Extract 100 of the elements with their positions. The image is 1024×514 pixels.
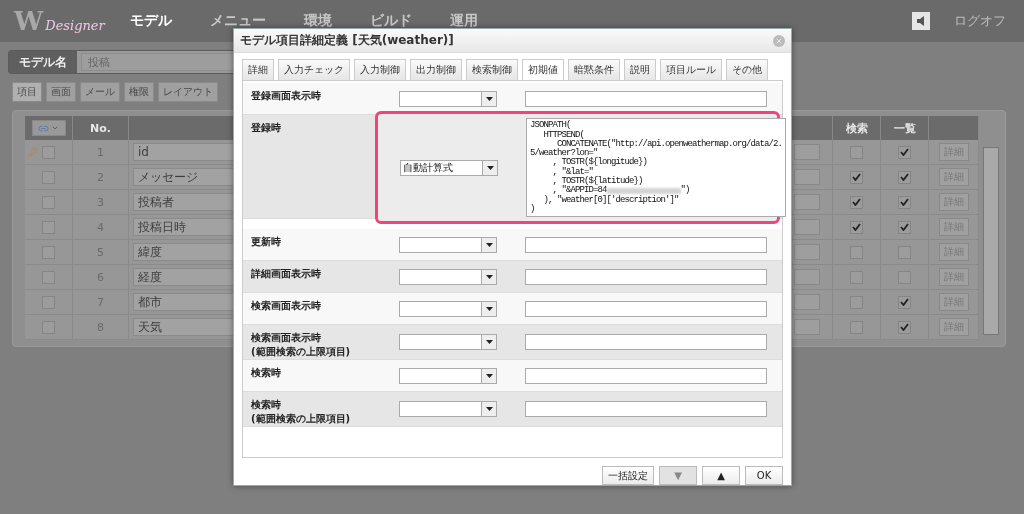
close-button[interactable]: [773, 34, 785, 47]
dialog-button[interactable]: ▲: [702, 466, 740, 485]
checkbox[interactable]: [898, 295, 911, 309]
icon-button[interactable]: [793, 244, 820, 260]
mode-select[interactable]: [399, 367, 497, 384]
value-field[interactable]: [525, 367, 767, 384]
column-header: 検索: [833, 116, 881, 140]
value-field[interactable]: [525, 236, 767, 253]
tab[interactable]: 項目ルール: [660, 59, 722, 82]
tab[interactable]: 暗黙条件: [568, 59, 620, 82]
checkbox[interactable]: [898, 320, 911, 334]
caret-icon: [485, 242, 493, 247]
value-field[interactable]: [525, 401, 767, 418]
value-field[interactable]: [525, 334, 767, 351]
logo: WDesigner: [14, 6, 107, 36]
tab[interactable]: 説明: [624, 59, 656, 82]
checkbox[interactable]: [898, 195, 911, 209]
tab[interactable]: 入力制御: [354, 59, 406, 82]
tab[interactable]: 出力制御: [410, 59, 462, 82]
row-label: 検索時: [251, 366, 282, 381]
check-icon: [852, 198, 861, 206]
checkbox[interactable]: [850, 195, 863, 209]
check-icon: [900, 173, 909, 181]
check-icon: [900, 298, 909, 306]
check-icon: [852, 223, 861, 231]
nav-item[interactable]: メニュー: [210, 12, 266, 30]
speaker-icon: [917, 16, 925, 26]
logoff-link[interactable]: ログオフ: [954, 12, 1006, 30]
speaker-button[interactable]: [912, 12, 930, 30]
model-name-label: モデル名: [9, 51, 77, 73]
nav-item[interactable]: モデル: [130, 12, 172, 30]
value-field[interactable]: [525, 268, 767, 285]
formula-line: ), "weather[0]['description']": [542, 195, 680, 205]
icon-button[interactable]: [793, 194, 820, 210]
row-label: 検索画面表示時: [251, 299, 322, 314]
value-field[interactable]: [525, 90, 767, 107]
formula-line: ): [530, 204, 536, 215]
checkbox[interactable]: [850, 220, 863, 234]
key-icon: [28, 147, 38, 157]
row-label: 更新時: [251, 235, 282, 250]
caret-icon: [51, 124, 59, 132]
mode-select[interactable]: [399, 236, 497, 253]
checkbox[interactable]: [898, 170, 911, 184]
checkbox[interactable]: [898, 145, 911, 159]
tab[interactable]: 項目: [12, 82, 42, 102]
formula-line: CONCATENATE("http://api.openweathermap.org/data/2.: [557, 139, 783, 149]
caret-icon: [485, 407, 493, 412]
icon-button[interactable]: [793, 169, 820, 185]
check-icon: [852, 173, 861, 181]
check-icon: [900, 148, 909, 156]
caret-icon: [485, 373, 493, 378]
scrollbar[interactable]: [983, 147, 999, 335]
column-header: No.: [73, 116, 129, 140]
check-icon: [900, 323, 909, 331]
formula-line: HTTPSEND(: [543, 130, 584, 140]
tab[interactable]: 入力チェック: [278, 59, 350, 82]
nav-item[interactable]: ビルド: [370, 12, 412, 30]
mode-select[interactable]: [399, 300, 497, 317]
row-label: 検索時 (範囲検索の上限項目): [251, 398, 352, 427]
dialog-button[interactable]: OK: [745, 466, 783, 485]
value-field[interactable]: [525, 300, 767, 317]
caret-icon: [485, 306, 493, 311]
mode-select[interactable]: 自動計算式: [400, 159, 498, 176]
icon-button[interactable]: [793, 319, 820, 335]
icon-button[interactable]: [793, 294, 820, 310]
nav-item[interactable]: 環境: [304, 12, 332, 30]
formula-line: , TOSTR(${longitude}): [551, 158, 649, 168]
formula-line: , "&lat=": [551, 167, 593, 177]
tab[interactable]: その他: [726, 59, 768, 82]
formula-line: JSONPATH(: [530, 121, 571, 131]
formula-line: , TOSTR(${latitude}): [551, 177, 644, 186]
close-icon: [775, 36, 783, 45]
tab[interactable]: 画面: [46, 82, 76, 102]
row-label: 登録画面表示時: [251, 89, 322, 104]
checkbox[interactable]: [898, 220, 911, 234]
caret-icon: [485, 96, 493, 101]
caret-icon: [485, 274, 493, 279]
mode-select[interactable]: [399, 268, 497, 285]
tab[interactable]: 検索制御: [466, 59, 518, 82]
dialog-button[interactable]: 一括設定: [602, 466, 654, 485]
icon-button[interactable]: [793, 219, 820, 235]
check-icon: [900, 198, 909, 206]
icon-button[interactable]: [793, 144, 820, 160]
row-label: 検索画面表示時 (範囲検索の上限項目): [251, 331, 352, 360]
mode-select[interactable]: [399, 401, 497, 418]
row-label: 登録時: [251, 121, 282, 136]
tab[interactable]: レイアウト: [158, 82, 218, 102]
tab[interactable]: 権限: [124, 82, 154, 102]
row-label: 詳細画面表示時: [251, 267, 322, 282]
tab[interactable]: 初期値: [522, 59, 564, 82]
tab[interactable]: メール: [80, 82, 120, 102]
mode-select[interactable]: [399, 90, 497, 107]
icon-button[interactable]: [793, 269, 820, 285]
tab[interactable]: 詳細: [242, 59, 274, 82]
mode-select[interactable]: [399, 334, 497, 351]
formula-field[interactable]: JSONPATH( HTTPSEND( CONCATENATE("http://api.openweathermap.org/data/2. 5/weather?lon=" , TOSTR(${longitude}) , "&lat=" , TOSTR(${latitude}) , "&APPID=84 ") ), "weather[0]['description']" ): [526, 118, 787, 218]
checkbox[interactable]: [850, 170, 863, 184]
check-icon: [900, 223, 909, 231]
nav-item[interactable]: 運用: [450, 12, 478, 30]
link-menu-button[interactable]: [31, 120, 66, 136]
